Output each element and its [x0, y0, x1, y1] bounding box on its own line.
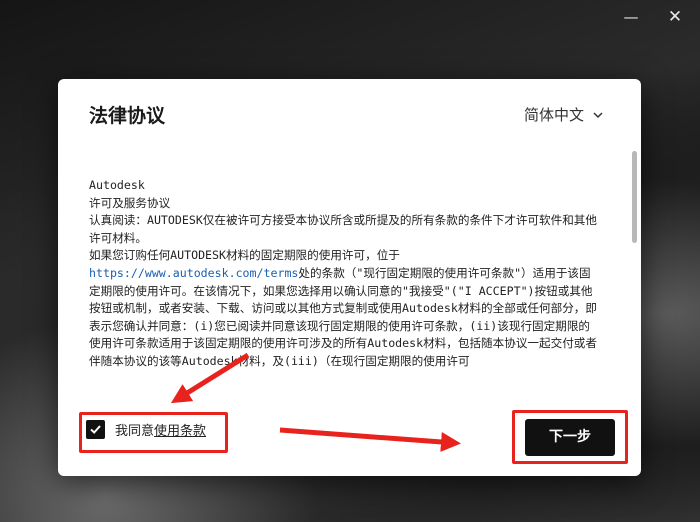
- highlight-next-box: [512, 410, 628, 464]
- chevron-down-icon: [593, 111, 603, 118]
- scrollbar[interactable]: [632, 151, 638, 389]
- terms-paragraph: Autodesk: [89, 178, 145, 192]
- terms-text[interactable]: Autodesk 许可及服务协议 认真阅读：AUTODESK仅在被许可方接受本协…: [89, 177, 599, 389]
- title-bar: — ✕: [0, 0, 700, 34]
- dialog-title: 法律协议: [89, 105, 166, 127]
- terms-paragraph: 如果您订购任何AUTODESK材料的固定期限的使用许可，位于: [89, 248, 400, 263]
- language-select[interactable]: 简体中文: [524, 104, 604, 125]
- minimize-icon[interactable]: —: [620, 6, 642, 28]
- highlight-agree-box: [79, 412, 228, 453]
- terms-paragraph-text: 处的条款（"现行固定期限的使用许可条款"）适用于该固定期限的使用许可。在该情况下…: [89, 265, 597, 368]
- close-icon[interactable]: ✕: [664, 6, 686, 28]
- terms-paragraph: 认真阅读：AUTODESK仅在被许可方接受本协议所含或所提及的所有条款的条件下才…: [89, 213, 597, 245]
- terms-paragraph: https://www.autodesk.com/terms处的条款（"现行固定…: [89, 265, 599, 371]
- language-label: 简体中文: [524, 106, 585, 124]
- scrollbar-thumb[interactable]: [632, 151, 637, 243]
- terms-paragraph: 许可及服务协议: [89, 195, 171, 210]
- terms-link[interactable]: https://www.autodesk.com/terms: [89, 266, 298, 280]
